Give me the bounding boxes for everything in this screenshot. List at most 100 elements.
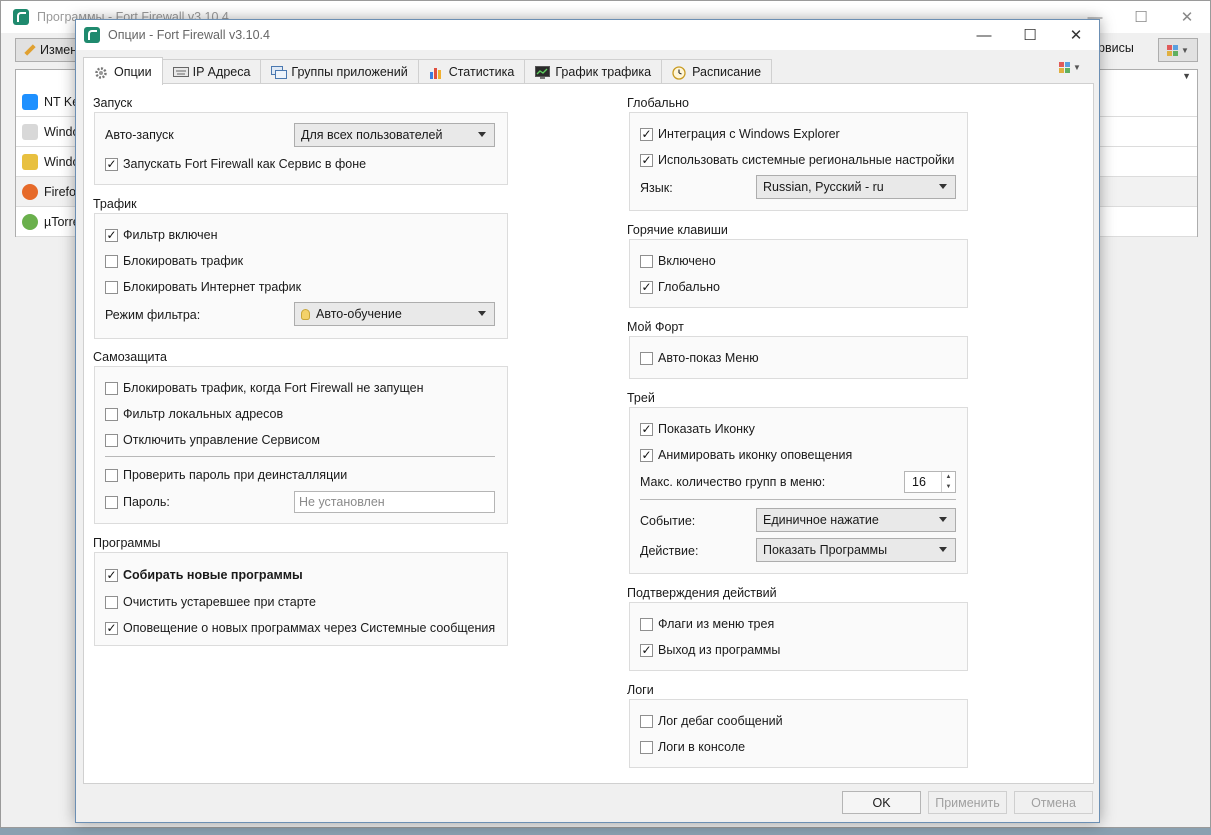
main-menu-button[interactable]: ▼ — [1158, 38, 1198, 62]
ok-button[interactable]: OK — [842, 791, 921, 814]
spin-up-icon[interactable]: ▲ — [942, 472, 955, 482]
checkbox-box[interactable] — [105, 621, 118, 635]
checkbox-box[interactable] — [105, 280, 118, 294]
maximize-icon[interactable]: ☐ — [1007, 20, 1053, 50]
checkbox-label: Логи в консоле — [658, 740, 746, 754]
notify-new-programs-checkbox[interactable]: Оповещение о новых программах через Сист… — [105, 619, 495, 637]
checkbox-box[interactable] — [640, 714, 653, 728]
filter-mode-label: Режим фильтра: — [105, 308, 201, 322]
checkbox-box[interactable] — [640, 617, 653, 631]
protection-group: Блокировать трафик, когда Fort Firewall … — [94, 366, 508, 524]
services-button[interactable]: рвисы — [1098, 41, 1134, 55]
apply-button[interactable]: Применить — [928, 791, 1007, 814]
filter-local-addresses-checkbox[interactable]: Фильтр локальных адресов — [105, 405, 283, 423]
password-checkbox[interactable]: Пароль: — [105, 493, 170, 511]
checkbox-label: Запускать Fort Firewall как Сервис в фон… — [123, 157, 367, 171]
cancel-button[interactable]: Отмена — [1014, 791, 1093, 814]
collect-new-programs-checkbox[interactable]: Собирать новые программы — [105, 566, 303, 584]
tab-statistics[interactable]: Статистика — [417, 59, 526, 84]
checkbox-box[interactable] — [640, 351, 653, 365]
utorrent-icon — [22, 213, 38, 230]
hotkeys-enabled-checkbox[interactable]: Включено — [640, 252, 716, 270]
checkbox-label: Очистить устаревшее при старте — [123, 595, 316, 609]
chevron-down-icon — [478, 132, 486, 137]
debug-log-checkbox[interactable]: Лог дебаг сообщений — [640, 712, 783, 730]
check-password-uninstall-checkbox[interactable]: Проверить пароль при деинсталляции — [105, 466, 347, 484]
checkbox-box[interactable] — [640, 740, 653, 754]
checkbox-box[interactable] — [105, 568, 118, 582]
checkbox-box[interactable] — [105, 228, 118, 242]
block-when-not-running-checkbox[interactable]: Блокировать трафик, когда Fort Firewall … — [105, 379, 424, 397]
windows-icon — [22, 93, 38, 110]
block-traffic-checkbox[interactable]: Блокировать трафик — [105, 252, 243, 270]
filter-enabled-checkbox[interactable]: Фильтр включен — [105, 226, 217, 244]
close-icon[interactable]: ✕ — [1053, 20, 1099, 50]
bar-chart-icon — [429, 66, 443, 79]
hotkeys-global-checkbox[interactable]: Глобально — [640, 278, 720, 296]
show-icon-checkbox[interactable]: Показать Иконку — [640, 420, 755, 438]
filter-mode-combobox[interactable]: Авто-обучение — [294, 302, 495, 326]
checkbox-box[interactable] — [105, 407, 118, 421]
event-label: Событие: — [640, 514, 696, 528]
checkbox-box[interactable] — [105, 254, 118, 268]
checkbox-label: Авто-показ Меню — [658, 351, 759, 365]
app-exit-checkbox[interactable]: Выход из программы — [640, 641, 780, 659]
max-groups-spinbox[interactable]: 16 ▲ ▼ — [904, 471, 956, 493]
checkbox-box[interactable] — [105, 381, 118, 395]
autoshow-menu-checkbox[interactable]: Авто-показ Меню — [640, 349, 759, 367]
checkbox-box[interactable] — [640, 254, 653, 268]
minimize-icon[interactable]: — — [961, 20, 1007, 50]
chevron-down-icon: ▼ — [1073, 63, 1081, 72]
checkbox-box[interactable] — [640, 280, 653, 294]
dialog-title: Опции - Fort Firewall v3.10.4 — [108, 28, 270, 42]
protection-section-title: Самозащита — [93, 350, 168, 364]
divider — [105, 456, 495, 457]
checkbox-box[interactable] — [105, 495, 118, 509]
confirm-section-title: Подтверждения действий — [627, 586, 777, 600]
tab-ip-addresses[interactable]: IP Адреса — [161, 59, 262, 84]
checkbox-box[interactable] — [640, 643, 653, 657]
event-combobox[interactable]: Единичное нажатие — [756, 508, 956, 532]
app-grid-icon — [1167, 44, 1179, 56]
password-input[interactable]: Не установлен — [294, 491, 495, 513]
column-sort-icon[interactable]: ▼ — [1182, 71, 1191, 81]
checkbox-box[interactable] — [640, 448, 653, 462]
startup-group: Авто-запуск Для всех пользователей Запус… — [94, 112, 508, 185]
disable-service-control-checkbox[interactable]: Отключить управление Сервисом — [105, 431, 320, 449]
action-combobox[interactable]: Показать Программы — [756, 538, 956, 562]
maximize-icon[interactable]: ☐ — [1118, 1, 1164, 33]
tab-options[interactable]: Опции — [83, 57, 163, 85]
checkbox-box[interactable] — [640, 127, 653, 141]
chevron-down-icon: ▼ — [1181, 45, 1189, 55]
tab-bar: Опции IP Адреса Группы приложений Статис… — [83, 57, 773, 85]
pencil-icon — [24, 44, 36, 56]
checkbox-box[interactable] — [105, 595, 118, 609]
tray-flags-checkbox[interactable]: Флаги из меню трея — [640, 615, 774, 633]
autostart-combobox[interactable]: Для всех пользователей — [294, 123, 495, 147]
language-combobox[interactable]: Russian, Русский - ru — [756, 175, 956, 199]
block-internet-traffic-checkbox[interactable]: Блокировать Интернет трафик — [105, 278, 301, 296]
options-panel: Запуск Авто-запуск Для всех пользователе… — [83, 83, 1094, 784]
regional-settings-checkbox[interactable]: Использовать системные региональные наст… — [640, 151, 954, 169]
run-as-service-checkbox[interactable]: Запускать Fort Firewall как Сервис в фон… — [105, 155, 366, 173]
language-value: Russian, Русский - ru — [763, 180, 884, 194]
tab-app-groups[interactable]: Группы приложений — [260, 59, 419, 84]
checkbox-box[interactable] — [105, 157, 118, 171]
hotkeys-section-title: Горячие клавиши — [627, 223, 728, 237]
checkbox-box[interactable] — [640, 153, 653, 167]
purge-obsolete-checkbox[interactable]: Очистить устаревшее при старте — [105, 593, 316, 611]
checkbox-box[interactable] — [640, 422, 653, 436]
tabs-menu-button[interactable]: ▼ — [1059, 62, 1081, 73]
close-icon[interactable]: ✕ — [1164, 1, 1210, 33]
console-log-checkbox[interactable]: Логи в консоле — [640, 738, 745, 756]
checkbox-box[interactable] — [105, 468, 118, 482]
event-value: Единичное нажатие — [763, 513, 879, 527]
animate-icon-checkbox[interactable]: Анимировать иконку оповещения — [640, 446, 852, 464]
hotkeys-group: Включено Глобально — [629, 239, 968, 308]
explorer-integration-checkbox[interactable]: Интеграция с Windows Explorer — [640, 125, 840, 143]
checkbox-box[interactable] — [105, 433, 118, 447]
tab-schedule[interactable]: Расписание — [661, 59, 773, 84]
tab-traffic-graph[interactable]: График трафика — [524, 59, 663, 84]
spin-down-icon[interactable]: ▼ — [942, 482, 955, 492]
dialog-titlebar: Опции - Fort Firewall v3.10.4 — ☐ ✕ — [76, 20, 1099, 50]
